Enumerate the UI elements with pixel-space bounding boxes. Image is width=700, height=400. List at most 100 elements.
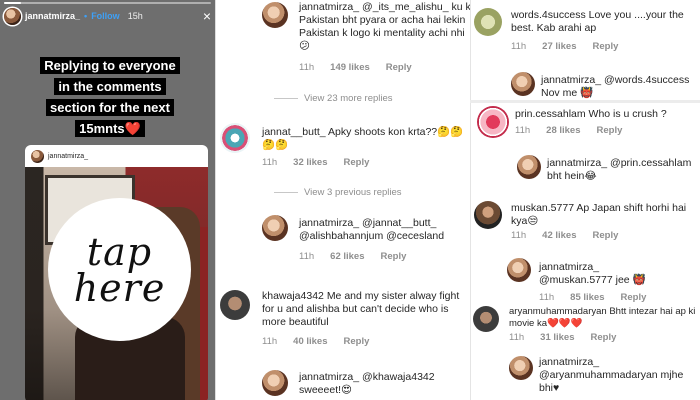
comment-meta: 11h 62 likes Reply [299,251,406,262]
view-more-replies-label: View 23 more replies [304,93,393,104]
comment-meta: 11h 149 likes Reply [299,62,412,73]
tap-here-sticker[interactable]: tap here [48,198,191,341]
comment-item: jannat__butt_ Apky shoots kon krta??🤔🤔🤔🤔 [262,126,470,152]
reply-button[interactable]: Reply [593,41,619,52]
avatar[interactable] [473,306,499,332]
comment-username[interactable]: jannatmirza_ [541,74,601,86]
comment-item: aryanmuhammadaryan Bhtt intezar hai ap k… [509,306,699,330]
avatar[interactable] [220,123,250,153]
comment-time: 11h [509,332,525,343]
avatar[interactable] [474,201,502,229]
tap-here-word-2: here [73,265,166,310]
comment-username[interactable]: khawaja4342 [262,290,324,302]
comment-likes[interactable]: 85 likes [570,292,604,303]
view-more-replies[interactable]: View 23 more replies [274,93,393,104]
avatar[interactable] [517,155,541,179]
comment-username[interactable]: prin.cessahlam [515,108,586,120]
avatar[interactable] [509,356,533,380]
story-username[interactable]: jannatmirza_ [25,11,80,21]
story-time: 15h [127,11,143,21]
comment-item: muskan.5777 Ap Japan shift horhi hai kya… [511,202,699,228]
view-previous-replies[interactable]: View 3 previous replies [274,187,402,198]
comment-text: Who is u crush ? [588,108,667,120]
story-avatar[interactable] [4,7,21,25]
reply-button[interactable]: Reply [597,125,623,136]
comment-meta: 11h 28 likes Reply [515,125,622,136]
comment-time: 11h [299,251,315,262]
comment-likes[interactable]: 40 likes [293,336,327,347]
comment-item: jannatmirza_ @words.4success Nov me 👹 [541,74,699,100]
comment-meta: 11h 31 likes Reply [509,332,616,343]
comment-time: 11h [511,41,527,52]
comment-meta: 11h 85 likes Reply [539,292,646,303]
comment-item: jannatmirza_ @jannat__butt_ @alishbahann… [299,217,470,243]
comment-time: 11h [262,336,278,347]
story-panel[interactable]: jannatmirza_ • Follow 15h × Replying to … [0,0,215,400]
reply-button[interactable]: Reply [621,292,647,303]
reply-button[interactable]: Reply [593,230,619,241]
comment-likes[interactable]: 62 likes [330,251,364,262]
comment-item: jannatmirza_ @_its_me_alishu_ ku k Pakis… [299,1,470,53]
reply-button[interactable]: Reply [344,157,370,168]
follow-button[interactable]: Follow [91,11,120,21]
shared-post-avatar [31,149,44,163]
comment-item: jannatmirza_ @khawaja4342 sweeeet!😍 [299,371,470,397]
shared-post-header: jannatmirza_ [25,145,208,167]
comment-time: 11h [511,230,527,241]
comment-meta: 11h 27 likes Reply [511,41,618,52]
comments-panel-right[interactable]: words.4success Love you ....your the bes… [470,0,700,400]
comment-username[interactable]: aryanmuhammadaryan [509,306,607,317]
comment-text: @muskan.5777 jee 👹 [539,274,646,286]
story-header: jannatmirza_ • Follow 15h × [4,6,211,26]
avatar[interactable] [507,258,531,282]
avatar[interactable] [262,370,288,396]
comment-meta: 11h 32 likes Reply [262,157,369,168]
comment-likes[interactable]: 149 likes [330,62,370,73]
comment-likes[interactable]: 28 likes [546,125,580,136]
story-progress-fill [4,2,21,4]
comments-panel-middle[interactable]: jannatmirza_ @_its_me_alishu_ ku k Pakis… [215,0,470,400]
comment-likes[interactable]: 42 likes [542,230,576,241]
comment-username[interactable]: jannatmirza_ [547,157,607,169]
comment-text: @aryanmuhammadaryan mjhe bhi♥ [539,369,684,394]
reply-button[interactable]: Reply [381,251,407,262]
story-progress-bar [4,2,211,4]
comment-time: 11h [539,292,555,303]
close-icon[interactable]: × [203,9,211,23]
comment-item: jannatmirza_ @prin.cessahlam bht hein😂 [547,157,699,183]
avatar[interactable] [220,290,250,320]
comment-username[interactable]: words.4success [511,9,586,21]
comment-username[interactable]: jannatmirza_ [539,356,599,368]
avatar[interactable] [511,72,535,96]
avatar[interactable] [262,215,288,241]
comment-item: jannatmirza_ @aryanmuhammadaryan mjhe bh… [539,356,699,395]
comment-item: words.4success Love you ....your the bes… [511,9,699,35]
follow-separator: • [84,11,88,21]
comment-username[interactable]: jannatmirza_ [539,261,599,273]
comment-username[interactable]: jannatmirza_ [299,217,359,229]
comment-username[interactable]: jannatmirza_ [299,1,359,13]
comment-username[interactable]: muskan.5777 [511,202,574,214]
reply-button[interactable]: Reply [344,336,370,347]
comment-time: 11h [515,125,531,136]
comment-item: prin.cessahlam Who is u crush ? [515,108,699,121]
comment-likes[interactable]: 27 likes [542,41,576,52]
shared-post-username: jannatmirza_ [48,152,89,160]
comment-username[interactable]: jannat__butt_ [262,126,326,138]
section-divider [470,100,700,103]
reply-button[interactable]: Reply [386,62,412,73]
reply-button[interactable]: Reply [591,332,617,343]
comment-time: 11h [299,62,315,73]
avatar[interactable] [262,2,288,28]
avatar[interactable] [477,106,509,138]
comment-meta: 11h 40 likes Reply [262,336,369,347]
view-previous-replies-label: View 3 previous replies [304,187,402,198]
comment-item: khawaja4342 Me and my sister alway fight… [262,290,470,329]
comment-meta: 11h 42 likes Reply [511,230,618,241]
avatar[interactable] [474,8,502,36]
comment-item: jannatmirza_ @muskan.5777 jee 👹 [539,261,671,287]
story-headline: Replying to everyone in the comments sec… [40,55,180,139]
comment-likes[interactable]: 32 likes [293,157,327,168]
comment-username[interactable]: jannatmirza_ [299,371,359,383]
comment-likes[interactable]: 31 likes [540,332,574,343]
